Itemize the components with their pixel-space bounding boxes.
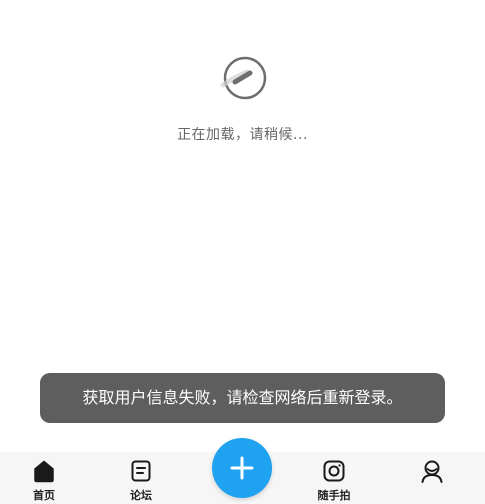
plus-icon — [230, 456, 254, 480]
loading-indicator: 正在加载，请稍候... — [0, 52, 485, 144]
tab-forum[interactable]: 论坛 — [111, 458, 171, 504]
error-toast-message: 获取用户信息失败，请检查网络后重新登录。 — [82, 388, 403, 407]
loading-text: 正在加载，请稍候... — [177, 127, 308, 143]
home-icon — [34, 460, 54, 483]
add-post-button[interactable] — [212, 438, 272, 498]
tab-profile[interactable] — [402, 458, 462, 504]
tab-snapshot[interactable]: 随手拍 — [304, 458, 364, 504]
tab-home-label: 首页 — [33, 489, 55, 502]
tab-home[interactable]: 首页 — [14, 458, 74, 504]
tab-forum-label: 论坛 — [130, 489, 152, 502]
profile-icon — [421, 460, 443, 483]
error-toast: 获取用户信息失败，请检查网络后重新登录。 — [40, 373, 445, 423]
camera-icon — [323, 460, 345, 482]
loading-spinner-icon — [217, 52, 269, 104]
tab-snapshot-label: 随手拍 — [317, 489, 351, 502]
forum-icon — [131, 460, 151, 482]
